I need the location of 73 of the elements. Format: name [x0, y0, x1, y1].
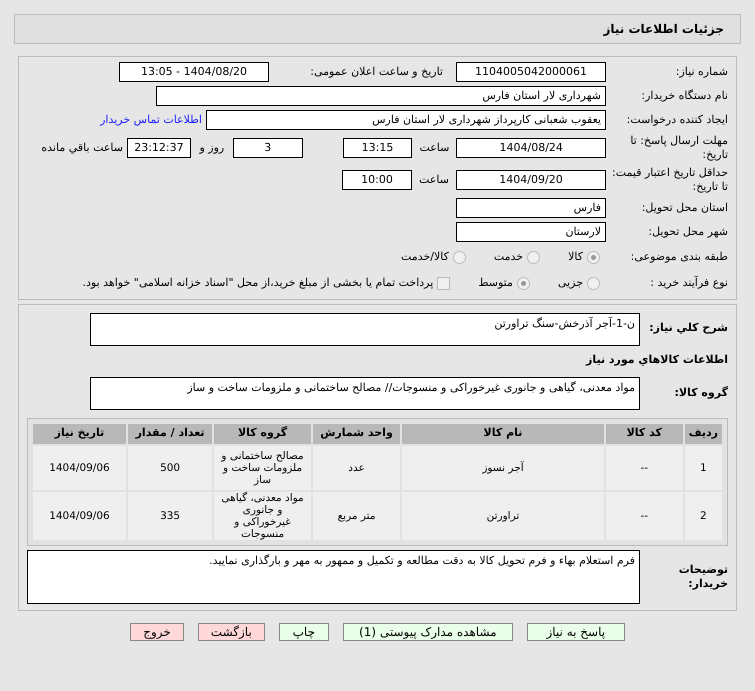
action-button[interactable]: پاسخ به نیاز: [526, 622, 625, 640]
field-label: حداقل تاریخ اعتبار قیمت: تا تاریخ:: [611, 166, 728, 194]
table-cell: 1404/09/06: [33, 446, 126, 490]
field-value: 3: [232, 138, 303, 158]
action-button[interactable]: بازگشت: [198, 622, 265, 640]
page-title: جزئیات اطلاعات نیاز: [603, 21, 724, 38]
field-value: فارس: [456, 198, 606, 218]
radio-label: کالا: [568, 248, 583, 265]
radio-button[interactable]: [587, 250, 600, 264]
field-value: لارستان: [456, 222, 606, 242]
table-cell: متر مربع: [312, 492, 400, 540]
field-label: توضیحات خریدار:: [678, 562, 728, 590]
radio-button[interactable]: [527, 250, 540, 264]
field-label: شماره نیاز:: [674, 65, 728, 79]
radio-label: کالا/خدمت: [401, 248, 449, 265]
table-cell: عدد: [312, 446, 400, 490]
field-label: مهلت ارسال پاسخ: تا تاریخ:: [629, 134, 728, 162]
buyer-contact-link[interactable]: اطلاعات تماس خریدار: [100, 112, 202, 128]
column-header: واحد شمارش: [312, 424, 400, 444]
field-label: تاریخ و ساعت اعلان عمومی:: [309, 65, 443, 79]
buyer-notes-field: فرم استعلام بهاء و فرم تحویل کالا به دقت مطالعه و تکمیل و ممهور به مهر و بارگذاری نمایید.: [27, 550, 640, 604]
radio-button[interactable]: [587, 276, 600, 290]
field-label: نوع فرآیند خرید :: [649, 276, 728, 290]
field-label: ساعت: [418, 141, 450, 155]
field-label: طبقه بندی موضوعی:: [630, 250, 728, 264]
checkbox-label: پرداخت تمام یا بخشی از مبلغ خرید،از محل "اسناد خزانه اسلامی" خواهد بود.: [82, 274, 434, 291]
table-cell: 500: [128, 446, 212, 490]
table-cell: --: [606, 492, 683, 540]
section-heading: اطلاعات کالاهاي مورد نياز: [584, 352, 728, 368]
radio-label: جزیی: [558, 274, 583, 291]
field-value: 1404/08/24: [456, 138, 606, 158]
checkbox[interactable]: [437, 276, 450, 290]
table-cell: آجر نسوز: [402, 446, 604, 490]
table-cell: 1: [684, 446, 722, 490]
action-button[interactable]: چاپ: [278, 622, 329, 640]
field-value: 13:15: [342, 138, 412, 158]
radio-label: متوسط: [478, 274, 513, 291]
field-label: شرح کلي نياز:: [648, 320, 728, 335]
table-cell: 2: [684, 492, 722, 540]
field-label: استان محل تحویل:: [640, 201, 728, 215]
table-cell: تراورتن: [402, 492, 604, 540]
field-label: ایجاد کننده درخواست:: [626, 113, 728, 127]
table-cell: --: [606, 446, 683, 490]
field-label: ساعت: [418, 173, 450, 187]
column-header: ردیف: [684, 424, 722, 444]
field-value: 10:00: [342, 170, 412, 190]
table-cell: 1404/09/06: [33, 492, 126, 540]
table-cell: مصالح ساختمانی و ملزومات ساخت و ساز: [214, 446, 311, 490]
goods-group-field: مواد معدنی، گیاهی و جانوری غیرخوراکی و منسوجات// مصالح ساختمانی و ملزومات ساخت و ساز: [90, 376, 640, 410]
radio-button[interactable]: [516, 276, 530, 290]
field-value: یعقوب شعبانی کارپرداز شهرداری لار استان فارس: [206, 110, 606, 130]
description-field: ن-1-آجر آذرخش-سنگ تراورتن: [90, 313, 640, 346]
countdown-value: 23:12:37: [127, 138, 191, 158]
column-header: نام کالا: [402, 424, 604, 444]
column-header: گروه کالا: [214, 424, 311, 444]
field-label: شهر محل تحویل:: [647, 225, 728, 239]
radio-label: خدمت: [494, 248, 524, 265]
field-label: ساعت باقي مانده: [40, 141, 123, 155]
field-label: روز و: [198, 141, 226, 155]
column-header: تعداد / مقدار: [128, 424, 212, 444]
column-header: تاریخ نیاز: [33, 424, 126, 444]
action-button[interactable]: مشاهده مدارک پیوستی (1): [342, 622, 513, 640]
field-value: 1104005042000061: [456, 62, 606, 82]
table-cell: مواد معدنی، گیاهی و جانوری غیرخوراکی و منسوجات: [214, 492, 311, 540]
field-label: گروه کالا:: [673, 386, 728, 400]
column-header: کد کالا: [606, 424, 683, 444]
field-value: 1404/09/20: [456, 170, 606, 190]
radio-button[interactable]: [452, 250, 466, 264]
field-label: نام دستگاه خریدار:: [640, 89, 728, 103]
field-value: 1404/08/20 - 13:05: [119, 62, 269, 82]
table-cell: 335: [128, 492, 212, 540]
action-button[interactable]: خروج: [130, 622, 184, 640]
field-value: شهرداری لار استان فارس: [156, 86, 606, 106]
